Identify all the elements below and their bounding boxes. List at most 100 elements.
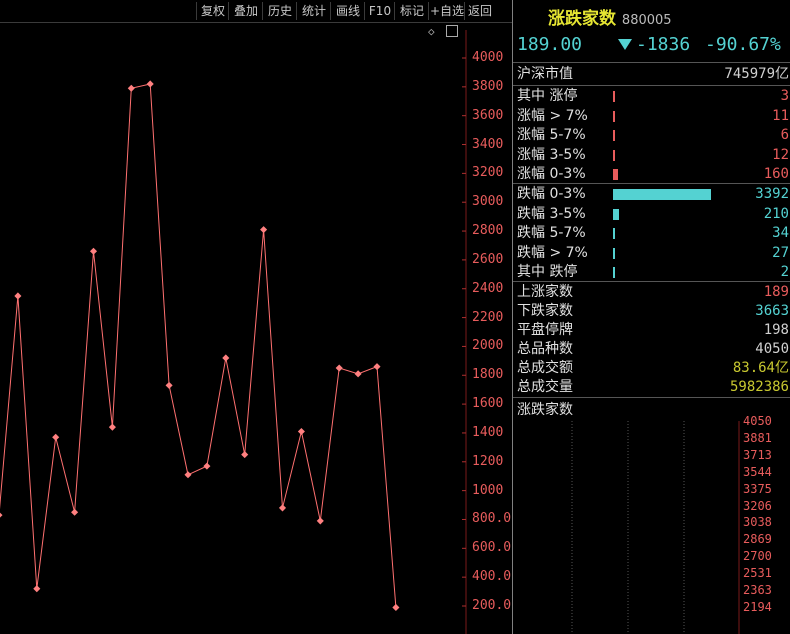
toolbar-button-3[interactable]: 统计 — [296, 2, 331, 20]
y-tick-label: 200.0 — [472, 598, 512, 613]
distribution-label: 其中 跌停 — [517, 264, 578, 280]
data-point — [392, 603, 400, 611]
distribution-row: 其中 涨停 3 — [517, 87, 789, 106]
summary-value: 83.64亿 — [732, 360, 789, 376]
distribution-label: 涨幅 3-5% — [517, 146, 586, 163]
divider — [513, 85, 790, 86]
summary-row: 平盘停牌 198 — [517, 321, 789, 340]
market-cap-label: 沪深市值 — [517, 66, 573, 82]
mini-tick-label: 3881 — [743, 430, 772, 445]
distribution-label: 跌幅 5-7% — [517, 225, 586, 241]
toolbar-button-6[interactable]: 标记 — [394, 2, 429, 20]
data-point — [241, 451, 249, 459]
data-point — [222, 354, 230, 362]
mini-tick-label: 3375 — [743, 481, 772, 496]
y-tick-label: 2800 — [472, 223, 504, 239]
summary-value: 198 — [763, 322, 789, 338]
y-tick-label: 3200 — [472, 165, 504, 181]
distribution-row: 其中 跌停 2 — [517, 263, 789, 282]
data-point — [146, 80, 154, 88]
chart-toolbar: 复权 叠加 历史 统计 画线 F10 标记 +自选 返回 — [0, 0, 512, 23]
y-tick-label: 2000 — [472, 338, 504, 354]
data-point — [14, 292, 22, 300]
distribution-label: 涨幅 0-3% — [517, 166, 586, 182]
summary-label: 总成交额 — [517, 360, 573, 376]
window-toggle-icon[interactable] — [446, 25, 458, 37]
distribution-value: 210 — [763, 205, 789, 222]
index-title: 涨跌家数 880005 — [548, 4, 672, 29]
index-name: 涨跌家数 — [548, 9, 616, 29]
y-tick-label: 1000 — [472, 482, 504, 498]
distribution-bar — [613, 228, 615, 239]
market-cap-value: 745979亿 — [724, 66, 789, 82]
y-tick-label: 600.0 — [472, 540, 512, 556]
distribution-label: 涨幅 5-7% — [517, 127, 586, 143]
divider — [513, 281, 790, 282]
distribution-row: 涨幅 3-5% 12 — [517, 146, 789, 165]
distribution-bar — [613, 110, 615, 122]
distribution-value: 3 — [780, 88, 789, 104]
advance-decline-line-chart — [0, 30, 467, 634]
distribution-value: 12 — [772, 146, 789, 163]
distribution-label: 其中 涨停 — [517, 88, 578, 104]
distribution-value: 160 — [763, 166, 789, 182]
y-tick-label: 800.0 — [472, 511, 512, 527]
distribution-bar — [613, 169, 618, 180]
change-value: -1836 — [636, 34, 691, 55]
mini-chart-grid — [571, 421, 740, 634]
data-point — [52, 433, 60, 441]
data-point — [127, 84, 135, 92]
data-point — [184, 471, 192, 479]
distribution-row: 跌幅 3-5% 210 — [517, 205, 789, 224]
data-point — [165, 381, 173, 389]
distribution-label: 跌幅 0-3% — [517, 186, 586, 202]
data-point — [203, 462, 211, 470]
y-tick-label: 2200 — [472, 309, 504, 325]
mini-tick-label: 2363 — [743, 583, 772, 597]
summary-label: 总品种数 — [517, 341, 573, 357]
data-point — [278, 504, 287, 512]
distribution-bar — [613, 91, 615, 102]
distribution-bar — [613, 149, 615, 161]
data-point — [71, 508, 79, 516]
mini-tick-label: 2869 — [743, 532, 772, 547]
toolbar-button-0[interactable]: 复权 — [196, 2, 229, 20]
diamond-icon[interactable]: ◇ — [428, 25, 435, 38]
summary-value: 4050 — [755, 341, 789, 357]
summary-row: 总品种数 4050 — [517, 340, 789, 359]
distribution-row: 涨幅 > 7% 11 — [517, 107, 789, 126]
y-tick-label: 3800 — [472, 78, 504, 94]
mini-tick-label: 2194 — [743, 599, 772, 614]
summary-label: 下跌家数 — [517, 303, 573, 319]
mini-tick-label: 3038 — [743, 515, 772, 530]
distribution-bar — [613, 208, 620, 220]
y-tick-label: 2400 — [472, 280, 504, 296]
toolbar-button-8[interactable]: 返回 — [464, 2, 495, 20]
toolbar-button-7[interactable]: +自选 — [428, 2, 465, 20]
mini-tick-label: 4050 — [743, 414, 772, 428]
y-tick-label: 2600 — [472, 251, 504, 267]
summary-label: 总成交量 — [517, 379, 573, 395]
data-point — [373, 363, 381, 371]
mini-tick-label: 2700 — [743, 549, 772, 564]
mini-chart-title: 涨跌家数 — [517, 402, 573, 418]
data-point — [316, 517, 324, 525]
y-tick-label: 3000 — [472, 194, 504, 210]
summary-row: 下跌家数 3663 — [517, 302, 789, 321]
toolbar-button-4[interactable]: 画线 — [330, 2, 365, 20]
down-arrow-icon — [618, 36, 632, 55]
distribution-row: 跌幅 5-7% 34 — [517, 224, 789, 243]
toolbar-button-5[interactable]: F10 — [364, 2, 395, 20]
data-point — [354, 370, 362, 378]
y-tick-label: 1800 — [472, 367, 504, 383]
series-line — [0, 83, 397, 608]
summary-row: 总成交额 83.64亿 — [517, 359, 789, 378]
data-point — [108, 423, 116, 431]
distribution-bar — [613, 267, 615, 278]
summary-value: 5982386 — [729, 379, 789, 395]
toolbar-button-1[interactable]: 叠加 — [228, 2, 263, 20]
data-point — [260, 226, 268, 234]
mini-tick-label: 3713 — [743, 447, 772, 462]
toolbar-button-2[interactable]: 历史 — [262, 2, 297, 20]
data-point — [33, 585, 41, 593]
